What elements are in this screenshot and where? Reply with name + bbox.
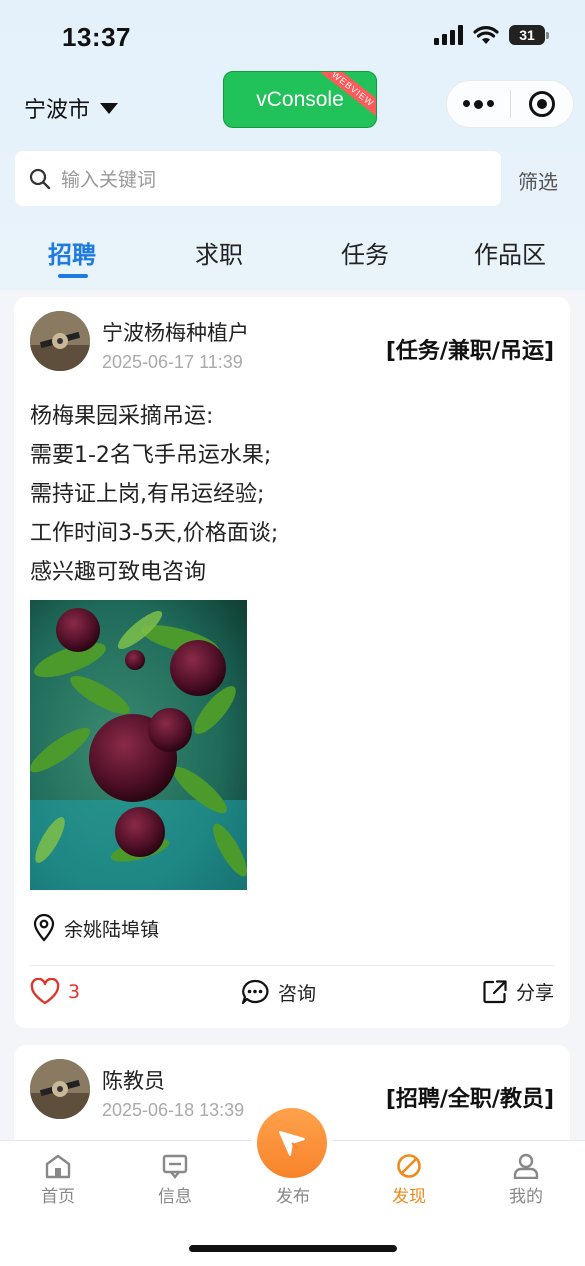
avatar[interactable] bbox=[30, 1059, 90, 1119]
post-timestamp: 2025-06-18 13:39 bbox=[102, 1100, 245, 1120]
tab-tasks[interactable]: 任务 bbox=[341, 235, 389, 270]
post-timestamp: 2025-06-17 11:39 bbox=[102, 352, 243, 372]
share-label: 分享 bbox=[515, 982, 554, 1004]
nav-home[interactable]: 首页 bbox=[18, 1153, 98, 1207]
status-icons: 31 bbox=[434, 25, 549, 45]
tab-works[interactable]: 作品区 bbox=[474, 235, 546, 270]
discover-icon bbox=[397, 1154, 421, 1178]
post-image[interactable] bbox=[30, 600, 247, 890]
city-selector[interactable]: 宁波市 bbox=[24, 92, 119, 124]
cellular-signal-icon bbox=[434, 25, 463, 45]
person-icon bbox=[513, 1153, 539, 1179]
post-category-tag: [任务/兼职/吊运] bbox=[385, 339, 554, 364]
location-label: 余姚陆埠镇 bbox=[64, 918, 160, 941]
home-indicator bbox=[189, 1245, 397, 1252]
publish-button-circle bbox=[257, 1108, 327, 1178]
battery-icon: 31 bbox=[509, 25, 549, 45]
consult-button[interactable]: 咨询 bbox=[240, 978, 316, 1006]
divider bbox=[30, 965, 554, 966]
nav-discover-label: 发现 bbox=[392, 1187, 426, 1207]
paper-plane-icon bbox=[279, 1131, 305, 1156]
home-icon bbox=[45, 1154, 71, 1179]
close-miniprogram-button[interactable] bbox=[511, 91, 573, 117]
like-count: 3 bbox=[68, 980, 81, 1003]
author-name[interactable]: 宁波杨梅种植户 bbox=[102, 317, 249, 347]
post-content: 杨梅果园采摘吊运: 需要1-2名飞手吊运水果; 需持证上岗,有吊运经验; 工作时… bbox=[30, 397, 278, 592]
miniprogram-capsule bbox=[446, 80, 574, 128]
share-icon bbox=[483, 979, 507, 1003]
message-board-icon bbox=[162, 1154, 188, 1179]
search-icon bbox=[29, 168, 51, 189]
post-category-tag: [招聘/全职/教员] bbox=[385, 1087, 554, 1112]
search-input[interactable]: 输入关键词 bbox=[15, 151, 501, 206]
city-label: 宁波市 bbox=[24, 98, 91, 123]
nav-messages-label: 信息 bbox=[158, 1187, 192, 1207]
status-time: 13:37 bbox=[62, 22, 131, 52]
nav-mine[interactable]: 我的 bbox=[486, 1153, 566, 1207]
nav-publish-label: 发布 bbox=[276, 1187, 310, 1207]
vconsole-button[interactable]: vConsole WEBVIEW bbox=[223, 71, 377, 128]
status-bar: 13:37 31 bbox=[0, 0, 585, 70]
location-pin-icon bbox=[33, 914, 55, 942]
filter-button[interactable]: 筛选 bbox=[518, 166, 558, 195]
post-location: 余姚陆埠镇 bbox=[32, 914, 159, 942]
nav-home-label: 首页 bbox=[41, 1187, 75, 1207]
search-placeholder: 输入关键词 bbox=[61, 169, 157, 191]
content-line: 工作时间3-5天,价格面谈; bbox=[30, 521, 279, 546]
more-menu-icon[interactable] bbox=[447, 99, 510, 109]
author-name[interactable]: 陈教员 bbox=[102, 1065, 165, 1095]
nav-mine-label: 我的 bbox=[509, 1187, 543, 1207]
post-card[interactable]: 宁波杨梅种植户 2025-06-17 11:39 [任务/兼职/吊运] 杨梅果园… bbox=[14, 297, 570, 1028]
publish-button[interactable] bbox=[251, 1102, 333, 1184]
nav-messages[interactable]: 信息 bbox=[135, 1153, 215, 1207]
chat-bubble-icon bbox=[241, 979, 269, 1005]
tab-recruit[interactable]: 招聘 bbox=[48, 235, 96, 270]
avatar[interactable] bbox=[30, 311, 90, 371]
vconsole-label: vConsole bbox=[256, 87, 344, 111]
consult-label: 咨询 bbox=[278, 982, 317, 1005]
nav-discover[interactable]: 发现 bbox=[369, 1153, 449, 1207]
target-icon bbox=[529, 91, 555, 117]
content-line: 感兴趣可致电咨询 bbox=[30, 560, 207, 585]
content-line: 杨梅果园采摘吊运: bbox=[30, 404, 214, 429]
like-button[interactable]: 3 bbox=[30, 978, 80, 1005]
wifi-icon bbox=[473, 26, 499, 44]
content-line: 需要1-2名飞手吊运水果; bbox=[30, 443, 272, 468]
category-tabs: 招聘 求职 任务 作品区 bbox=[0, 235, 585, 285]
heart-icon bbox=[30, 978, 60, 1005]
caret-down-icon bbox=[100, 102, 119, 114]
content-line: 需持证上岗,有吊运经验; bbox=[30, 482, 265, 507]
active-tab-indicator bbox=[58, 274, 88, 278]
share-button[interactable]: 分享 bbox=[482, 978, 554, 1005]
tab-job-seeking[interactable]: 求职 bbox=[195, 235, 243, 270]
